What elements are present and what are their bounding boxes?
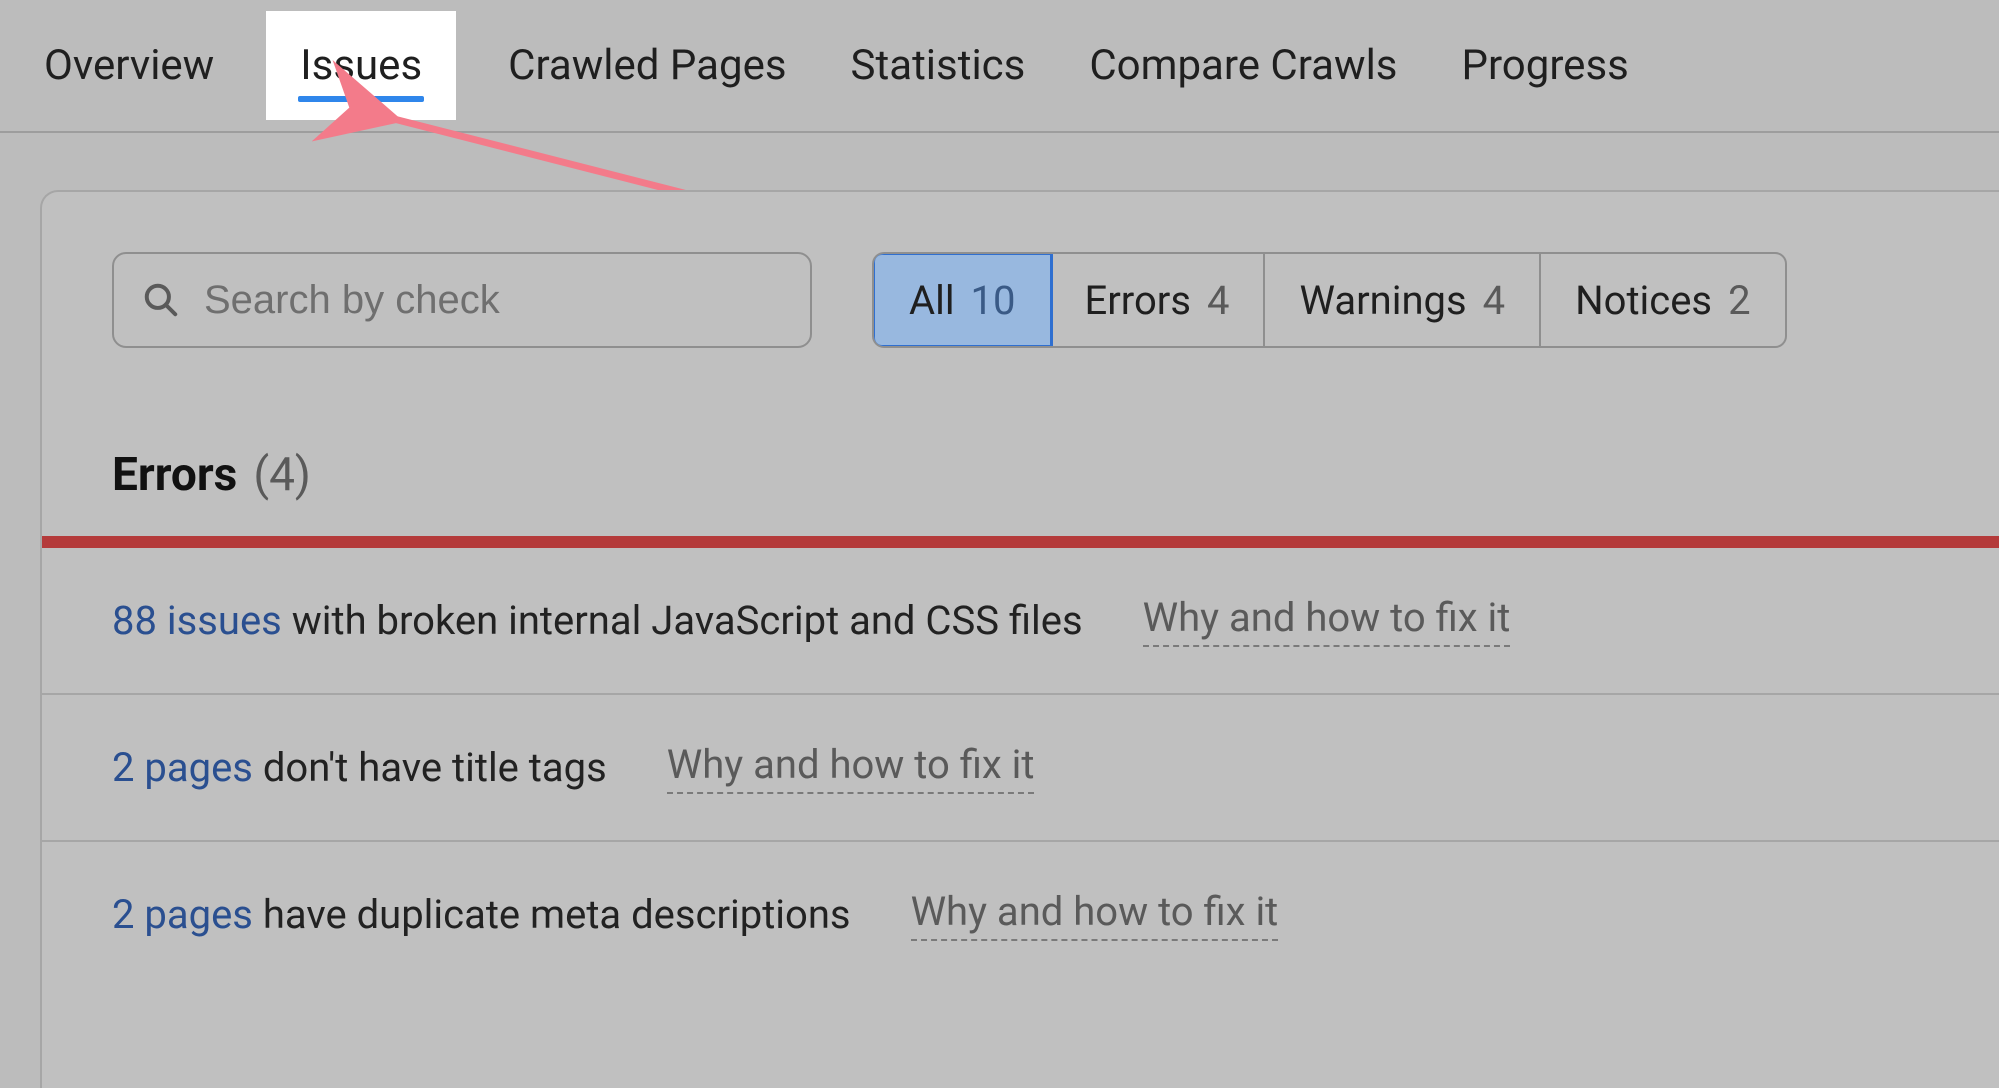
tab-statistics[interactable]: Statistics xyxy=(847,11,1030,120)
section-heading: Errors (4) xyxy=(42,388,1999,536)
tab-bar: Overview Issues Crawled Pages Statistics… xyxy=(0,0,1999,133)
filter-count: 4 xyxy=(1483,277,1505,324)
tab-progress[interactable]: Progress xyxy=(1457,11,1632,120)
issue-list: 88 issues with broken internal JavaScrip… xyxy=(42,548,1999,987)
issue-row[interactable]: 88 issues with broken internal JavaScrip… xyxy=(42,548,1999,695)
filter-label: All xyxy=(909,277,955,324)
issue-count-link[interactable]: 2 pages xyxy=(112,891,253,938)
toolbar: All 10 Errors 4 Warnings 4 Notices 2 xyxy=(42,192,1999,388)
tab-overview[interactable]: Overview xyxy=(40,11,218,120)
filter-errors[interactable]: Errors 4 xyxy=(1051,254,1266,346)
filter-segmented: All 10 Errors 4 Warnings 4 Notices 2 xyxy=(872,252,1787,348)
search-input[interactable] xyxy=(204,278,782,323)
filter-count: 10 xyxy=(971,277,1016,324)
issue-row[interactable]: 2 pages don't have title tags Why and ho… xyxy=(42,695,1999,842)
issue-text: 2 pages don't have title tags xyxy=(112,744,607,791)
issue-description: with broken internal JavaScript and CSS … xyxy=(282,597,1083,644)
issue-text: 2 pages have duplicate meta descriptions xyxy=(112,891,851,938)
issue-text: 88 issues with broken internal JavaScrip… xyxy=(112,597,1083,644)
help-link[interactable]: Why and how to fix it xyxy=(1143,594,1511,647)
tab-compare-crawls[interactable]: Compare Crawls xyxy=(1085,11,1401,120)
error-severity-bar xyxy=(42,536,1999,548)
issue-description: don't have title tags xyxy=(253,744,607,791)
search-icon xyxy=(142,281,180,319)
filter-all[interactable]: All 10 xyxy=(872,252,1053,348)
help-link[interactable]: Why and how to fix it xyxy=(667,741,1035,794)
tab-crawled-pages[interactable]: Crawled Pages xyxy=(504,11,790,120)
section-count: (4) xyxy=(253,448,311,502)
filter-count: 4 xyxy=(1207,277,1229,324)
tab-issues[interactable]: Issues xyxy=(266,11,456,120)
search-box[interactable] xyxy=(112,252,812,348)
help-link[interactable]: Why and how to fix it xyxy=(911,888,1279,941)
filter-notices[interactable]: Notices 2 xyxy=(1541,254,1784,346)
filter-label: Errors xyxy=(1085,277,1191,324)
issue-count-link[interactable]: 88 issues xyxy=(112,597,282,644)
filter-warnings[interactable]: Warnings 4 xyxy=(1265,254,1541,346)
filter-label: Notices xyxy=(1575,277,1712,324)
issue-description: have duplicate meta descriptions xyxy=(253,891,851,938)
issue-count-link[interactable]: 2 pages xyxy=(112,744,253,791)
section-title: Errors xyxy=(112,448,237,502)
filter-label: Warnings xyxy=(1299,277,1466,324)
issues-panel: All 10 Errors 4 Warnings 4 Notices 2 Err… xyxy=(40,190,1999,1088)
filter-count: 2 xyxy=(1728,277,1750,324)
issue-row[interactable]: 2 pages have duplicate meta descriptions… xyxy=(42,842,1999,987)
